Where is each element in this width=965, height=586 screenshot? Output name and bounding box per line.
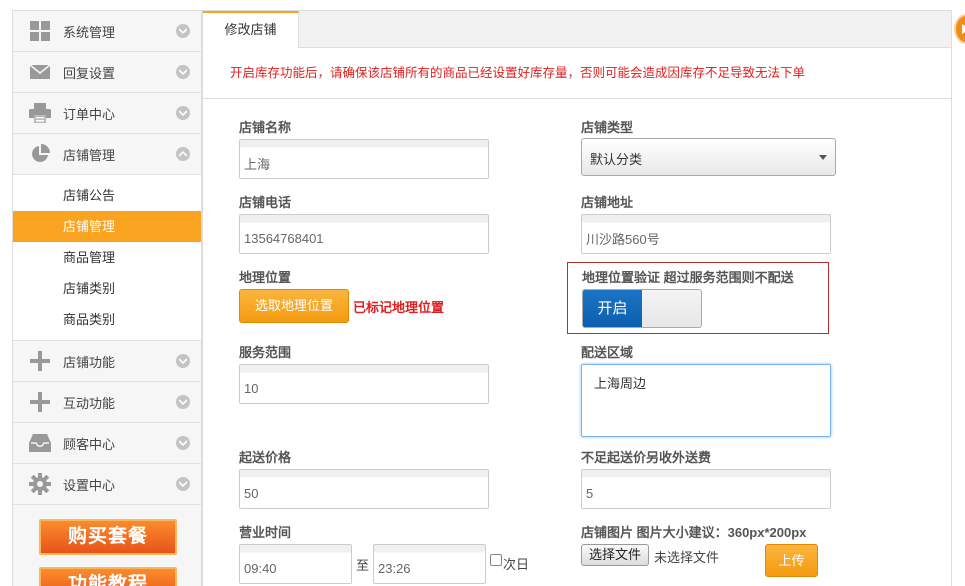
delivery-area-textarea[interactable]: 上海周边 <box>581 364 831 437</box>
nav-label: 互动功能 <box>63 395 116 411</box>
business-hours-label: 营业时间 <box>239 525 292 540</box>
sub-item-shop-category[interactable]: 店铺类别 <box>13 273 201 304</box>
sub-item-announcement[interactable]: 店铺公告 <box>13 180 201 211</box>
plus-icon <box>29 350 51 372</box>
edge-play-icon[interactable] <box>954 14 965 44</box>
service-range-input[interactable] <box>239 364 489 404</box>
service-range-label: 服务范围 <box>239 345 292 360</box>
chevron-down-icon[interactable] <box>176 436 190 450</box>
shop-name-input[interactable] <box>239 139 489 179</box>
plus-icon <box>29 391 51 413</box>
shop-phone-label: 店铺电话 <box>239 195 292 210</box>
inventory-notice: 开启库存功能后，请确保该店铺所有的商品已经设置好库存量，否则可能会造成因库存不足… <box>203 48 951 99</box>
nav-item-customers[interactable]: 顾客中心 <box>13 423 201 464</box>
next-day-label: 次日 <box>503 557 530 572</box>
hours-end-input[interactable] <box>373 544 486 584</box>
mail-icon <box>29 61 51 83</box>
no-file-text: 未选择文件 <box>654 550 720 565</box>
inbox-icon <box>29 432 51 454</box>
sub-item-goods-category[interactable]: 商品类别 <box>13 304 201 335</box>
nav-item-orders[interactable]: 订单中心 <box>13 93 201 134</box>
next-day-checkbox[interactable] <box>490 554 502 566</box>
upload-button[interactable]: 上传 <box>765 544 818 577</box>
chevron-down-icon[interactable] <box>176 24 190 38</box>
chevron-down-icon[interactable] <box>176 354 190 368</box>
nav-item-shop-functions[interactable]: 店铺功能 <box>13 341 201 382</box>
tab-edit-shop[interactable]: 修改店铺 <box>203 11 299 48</box>
pick-location-button[interactable]: 选取地理位置 <box>239 289 349 323</box>
nav-item-settings[interactable]: 设置中心 <box>13 464 201 505</box>
sub-item-goods-manage[interactable]: 商品管理 <box>13 242 201 273</box>
nav-label: 设置中心 <box>63 477 116 493</box>
nav-label: 店铺功能 <box>63 354 116 370</box>
buy-package-button[interactable]: 购买套餐 <box>39 519 177 555</box>
shop-image-label: 店铺图片 图片大小建议：360px*200px <box>581 525 807 540</box>
main-panel: 修改店铺 开启库存功能后，请确保该店铺所有的商品已经设置好库存量，否则可能会造成… <box>202 10 952 586</box>
toggle-off-area <box>642 290 701 327</box>
nav-label: 系统管理 <box>63 24 116 40</box>
shop-address-input[interactable] <box>581 214 831 254</box>
choose-file-button[interactable]: 选择文件 <box>581 544 649 566</box>
geo-verify-box: 地理位置验证 超过服务范围则不配送 开启 <box>567 262 829 334</box>
location-status: 已标记地理位置 <box>353 300 445 315</box>
shop-address-label: 店铺地址 <box>581 195 634 210</box>
shop-submenu: 店铺公告 店铺管理 商品管理 店铺类别 商品类别 <box>13 175 201 341</box>
pie-chart-icon <box>29 143 51 165</box>
shop-name-label: 店铺名称 <box>239 120 292 135</box>
chevron-down-icon[interactable] <box>176 477 190 491</box>
extra-fee-label: 不足起送价另收外送费 <box>581 450 712 465</box>
tab-strip: 修改店铺 <box>203 11 951 48</box>
grid-icon <box>29 20 51 42</box>
nav-label: 回复设置 <box>63 65 116 81</box>
sidebar: 系统管理 回复设置 订单中心 店铺管理 店铺公告 店铺管理 商品管理 店铺类别 … <box>12 10 202 586</box>
nav-label: 订单中心 <box>63 106 116 122</box>
geo-location-label: 地理位置 <box>239 270 292 285</box>
delivery-area-label: 配送区域 <box>581 345 634 360</box>
min-price-input[interactable] <box>239 469 489 509</box>
gear-icon <box>29 473 51 495</box>
sub-item-shop-manage[interactable]: 店铺管理 <box>13 211 201 242</box>
nav-item-system[interactable]: 系统管理 <box>13 11 201 52</box>
nav-item-reply[interactable]: 回复设置 <box>13 52 201 93</box>
extra-fee-input[interactable] <box>581 469 831 509</box>
geo-verify-toggle[interactable]: 开启 <box>582 289 702 328</box>
hours-separator: 至 <box>356 558 370 573</box>
chevron-down-icon[interactable] <box>176 106 190 120</box>
shop-type-label: 店铺类型 <box>581 120 634 135</box>
shop-type-value: 默认分类 <box>590 152 643 167</box>
tutorial-button[interactable]: 功能教程 <box>39 567 177 586</box>
chevron-down-icon[interactable] <box>176 65 190 79</box>
geo-verify-label: 地理位置验证 超过服务范围则不配送 <box>582 270 794 285</box>
min-price-label: 起送价格 <box>239 450 292 465</box>
nav-label: 店铺管理 <box>63 147 116 163</box>
chevron-down-icon[interactable] <box>176 395 190 409</box>
nav-item-interactive[interactable]: 互动功能 <box>13 382 201 423</box>
chevron-up-icon[interactable] <box>176 147 190 161</box>
toggle-on-label: 开启 <box>583 290 642 327</box>
shop-phone-input[interactable] <box>239 214 489 254</box>
shop-type-select[interactable]: 默认分类 <box>581 138 836 176</box>
hours-start-input[interactable] <box>239 544 352 584</box>
nav-item-shop[interactable]: 店铺管理 <box>13 134 201 175</box>
nav-label: 顾客中心 <box>63 436 116 452</box>
printer-icon <box>29 102 51 124</box>
caret-down-icon <box>819 155 827 160</box>
